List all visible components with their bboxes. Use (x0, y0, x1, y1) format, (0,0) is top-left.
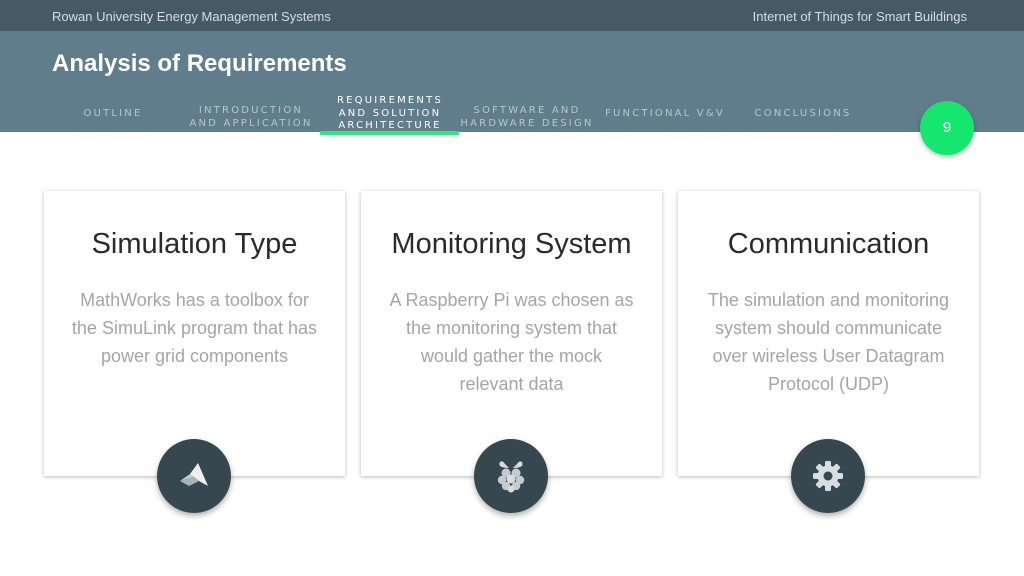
presentation-title: Internet of Things for Smart Buildings (752, 9, 967, 24)
active-nav-indicator (320, 131, 459, 135)
nav-item-label: AND APPLICATION (189, 117, 313, 129)
nav-item-introduction[interactable]: INTRODUCTION AND APPLICATION (186, 105, 316, 130)
nav-item-software-hardware[interactable]: SOFTWARE AND HARDWARE DESIGN (460, 105, 594, 130)
gear-icon (791, 439, 865, 513)
nav-item-outline[interactable]: OUTLINE (78, 108, 148, 121)
organization-name: Rowan University Energy Management Syste… (52, 9, 331, 24)
card-body: The simulation and monitoring system sho… (707, 290, 950, 394)
card-body: A Raspberry Pi was chosen as the monitor… (389, 290, 634, 394)
nav-item-requirements[interactable]: REQUIREMENTS AND SOLUTION ARCHITECTURE (330, 95, 450, 133)
nav-item-label: OUTLINE (83, 108, 143, 119)
card-body: MathWorks has a toolbox for the SimuLink… (71, 290, 318, 366)
page-number-badge: 9 (920, 101, 974, 155)
card-title: Monitoring System (391, 228, 632, 260)
card-title: Simulation Type (91, 228, 298, 260)
matlab-icon (157, 439, 231, 513)
slide-title: Analysis of Requirements (52, 50, 347, 77)
nav-item-label: SOFTWARE AND (473, 105, 581, 116)
card-simulation-type: Simulation Type MathWorks has a toolbox … (44, 191, 345, 513)
card-monitoring-system: Monitoring System A Raspberry Pi was cho… (361, 191, 662, 513)
nav-item-conclusions[interactable]: CONCLUSIONS (748, 108, 858, 121)
nav-item-label: HARDWARE DESIGN (460, 117, 594, 129)
nav-item-label: CONCLUSIONS (754, 108, 852, 119)
top-bar: Rowan University Energy Management Syste… (0, 0, 1024, 31)
card-communication: Communication The simulation and monitor… (678, 191, 979, 513)
nav-item-label: FUNCTIONAL V&V (605, 108, 725, 119)
nav-item-label: INTRODUCTION (198, 105, 304, 116)
raspberry-pi-icon (474, 439, 548, 513)
slide-header: Analysis of Requirements OUTLINE INTRODU… (0, 31, 1024, 135)
nav-item-functional[interactable]: FUNCTIONAL V&V (600, 108, 730, 121)
nav-item-label: AND SOLUTION (338, 107, 442, 119)
nav-item-label: REQUIREMENTS (337, 95, 443, 106)
card-title: Communication (727, 228, 930, 260)
